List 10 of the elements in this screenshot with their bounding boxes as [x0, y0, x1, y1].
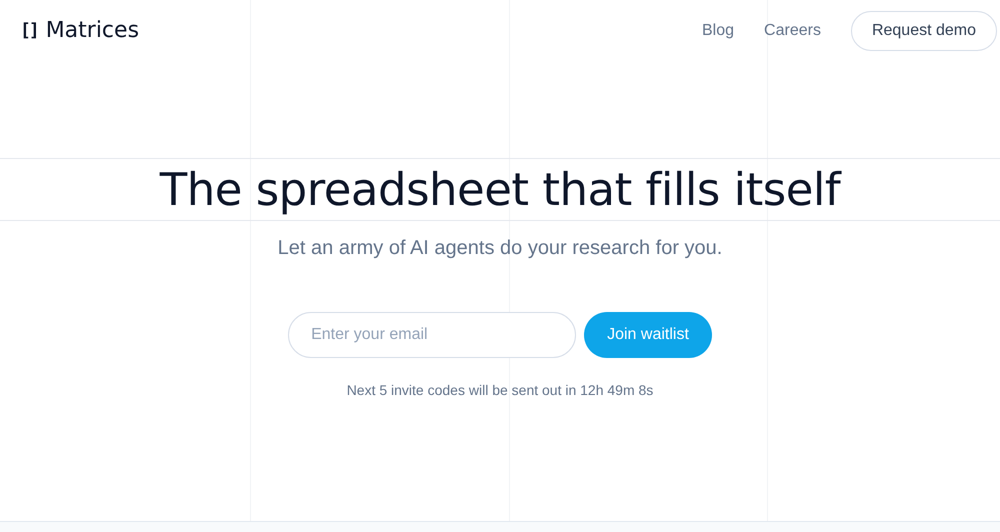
email-field[interactable]: Enter your email [288, 312, 576, 358]
join-waitlist-button[interactable]: Join waitlist [584, 312, 712, 358]
logo-text: Matrices [46, 18, 140, 43]
hero-title: The spreadsheet that fills itself [160, 163, 840, 216]
logo-mark: [] [20, 20, 38, 41]
hero-subtitle: Let an army of AI agents do your research for you. [276, 237, 724, 260]
countdown-note: Next 5 invite codes will be sent out in 12h 49m 8s [346, 382, 654, 398]
nav-link[interactable]: Blog [702, 22, 734, 40]
request-demo-button[interactable]: Request demo [850, 10, 997, 50]
nav-link[interactable]: Careers [764, 22, 821, 40]
